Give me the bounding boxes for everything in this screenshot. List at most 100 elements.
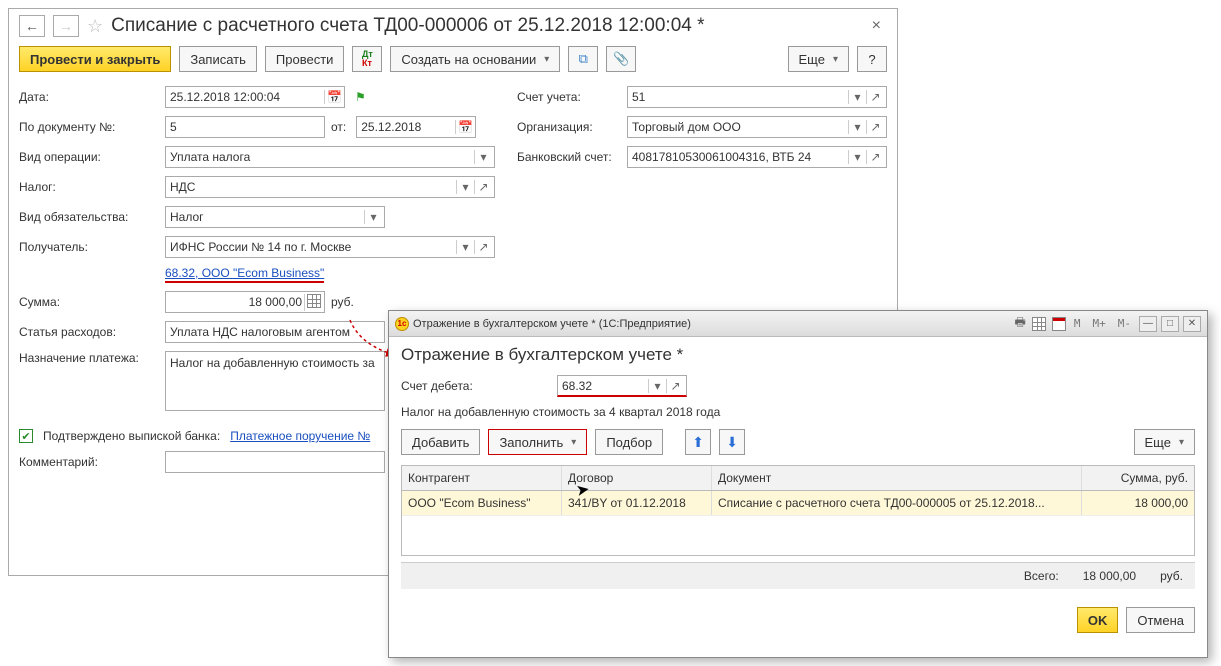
dropdown-icon[interactable]: ▾ xyxy=(364,210,380,224)
docno-label: По документу №: xyxy=(19,120,159,134)
dt-kt-button[interactable]: ДтКт xyxy=(352,46,382,72)
oneC-logo-icon: 1c xyxy=(395,317,409,331)
close-icon[interactable]: × xyxy=(866,17,887,35)
confirmed-checkbox[interactable]: ✔ xyxy=(19,429,33,443)
org-field[interactable]: Торговый дом ООО ▾ ↗ xyxy=(627,116,887,138)
purpose-field[interactable]: Налог на добавленную стоимость за xyxy=(165,351,385,411)
payment-order-link[interactable]: Платежное поручение № xyxy=(230,429,370,443)
open-icon[interactable]: ↗ xyxy=(666,379,682,393)
pick-button[interactable]: Подбор xyxy=(595,429,663,455)
mplus-button[interactable]: M+ xyxy=(1089,317,1110,330)
open-icon[interactable]: ↗ xyxy=(866,150,882,164)
comment-label: Комментарий: xyxy=(19,455,159,469)
currency-label: руб. xyxy=(331,295,354,309)
move-down-button[interactable]: ⬇ xyxy=(719,429,745,455)
expense-label: Статья расходов: xyxy=(19,325,159,339)
save-button[interactable]: Записать xyxy=(179,46,257,72)
popup-footer: OK Отмена xyxy=(389,599,1207,641)
grid-row[interactable]: ООО "Ecom Business" 341/BY от 01.12.2018… xyxy=(402,491,1194,515)
nav-forward-button[interactable]: → xyxy=(53,15,79,37)
tax-label: Налог: xyxy=(19,180,159,194)
favorite-icon[interactable]: ☆ xyxy=(87,16,103,37)
structure-button[interactable] xyxy=(568,46,598,72)
docno-field[interactable]: 5 xyxy=(165,116,325,138)
col-sum[interactable]: Сумма, руб. xyxy=(1082,466,1194,490)
total-cur: руб. xyxy=(1160,569,1183,583)
popup-more-button[interactable]: Еще xyxy=(1134,429,1195,455)
dropdown-icon[interactable]: ▾ xyxy=(648,379,664,393)
calculator-icon[interactable] xyxy=(304,294,320,311)
popup-desc: Налог на добавленную стоимость за 4 квар… xyxy=(401,405,720,419)
cancel-button[interactable]: Отмена xyxy=(1126,607,1195,633)
docdate-field[interactable]: 25.12.2018 📅 xyxy=(356,116,476,138)
recipient-field[interactable]: ИФНС России № 14 по г. Москве ▾ ↗ xyxy=(165,236,495,258)
popup-title: Отражение в бухгалтерском учете * xyxy=(401,345,1195,365)
clip-icon xyxy=(613,51,629,67)
liab-label: Вид обязательства: xyxy=(19,210,159,224)
add-button[interactable]: Добавить xyxy=(401,429,480,455)
calc-icon[interactable] xyxy=(1032,317,1046,331)
comment-field[interactable] xyxy=(165,451,385,473)
fill-button[interactable]: Заполнить xyxy=(488,429,587,455)
col-counterparty[interactable]: Контрагент xyxy=(402,466,562,490)
dropdown-icon[interactable]: ▾ xyxy=(848,90,864,104)
grid-header: Контрагент Договор Документ Сумма, руб. xyxy=(402,466,1194,491)
sum-label: Сумма: xyxy=(19,295,159,309)
popup-titlebar: 1c Отражение в бухгалтерском учете * (1С… xyxy=(389,311,1207,337)
green-flag-icon xyxy=(355,90,366,104)
m-button[interactable]: M xyxy=(1070,317,1085,330)
calendar31-icon[interactable] xyxy=(1052,317,1066,331)
maximize-icon[interactable]: □ xyxy=(1161,316,1179,332)
optype-field[interactable]: Уплата налога ▾ xyxy=(165,146,495,168)
bankacc-label: Банковский счет: xyxy=(517,150,617,164)
dropdown-icon[interactable]: ▾ xyxy=(848,150,864,164)
expense-field[interactable]: Уплата НДС налоговым агентом xyxy=(165,321,385,343)
post-button[interactable]: Провести xyxy=(265,46,345,72)
org-label: Организация: xyxy=(517,120,617,134)
calendar-icon[interactable]: 📅 xyxy=(324,90,340,104)
totals-bar: Всего: 18 000,00 руб. xyxy=(401,562,1195,589)
date-label: Дата: xyxy=(19,90,159,104)
sum-field[interactable]: 18 000,00 xyxy=(165,291,325,313)
open-icon[interactable]: ↗ xyxy=(866,120,882,134)
more-button[interactable]: Еще xyxy=(788,46,849,72)
account-field[interactable]: 51 ▾ ↗ xyxy=(627,86,887,108)
ok-button[interactable]: OK xyxy=(1077,607,1119,633)
calendar-icon[interactable]: 📅 xyxy=(455,120,471,134)
popup-toolbar: Добавить Заполнить Подбор ⬆ ⬇ Еще xyxy=(401,429,1195,455)
total-label: Всего: xyxy=(1024,569,1059,583)
help-button[interactable]: ? xyxy=(857,46,887,72)
account-link[interactable]: 68.32, ООО "Ecom Business" xyxy=(165,266,324,283)
col-document[interactable]: Документ xyxy=(712,466,1082,490)
bankacc-field[interactable]: 40817810530061004316, ВТБ 24 ▾ ↗ xyxy=(627,146,887,168)
total-sum: 18 000,00 xyxy=(1083,569,1136,583)
dropdown-icon[interactable]: ▾ xyxy=(456,240,472,254)
attach-button[interactable] xyxy=(606,46,636,72)
mminus-button[interactable]: M- xyxy=(1114,317,1135,330)
grid: Контрагент Договор Документ Сумма, руб. … xyxy=(401,465,1195,556)
open-icon[interactable]: ↗ xyxy=(474,180,490,194)
tax-field[interactable]: НДС ▾ ↗ xyxy=(165,176,495,198)
dropdown-icon[interactable]: ▾ xyxy=(456,180,472,194)
print-icon[interactable] xyxy=(1015,313,1026,334)
account-label: Счет учета: xyxy=(517,90,617,104)
optype-label: Вид операции: xyxy=(19,150,159,164)
debit-acc-field[interactable]: 68.32 ▾ ↗ xyxy=(557,375,687,397)
dropdown-icon[interactable]: ▾ xyxy=(474,150,490,164)
create-based-button[interactable]: Создать на основании xyxy=(390,46,560,72)
purpose-label: Назначение платежа: xyxy=(19,351,159,365)
popup-body: Отражение в бухгалтерском учете * Счет д… xyxy=(389,337,1207,599)
liab-field[interactable]: Налог ▾ xyxy=(165,206,385,228)
nav-back-button[interactable]: ← xyxy=(19,15,45,37)
minimize-icon[interactable]: — xyxy=(1139,316,1157,332)
close-window-icon[interactable]: ✕ xyxy=(1183,316,1201,332)
date-field[interactable]: 25.12.2018 12:00:04 📅 xyxy=(165,86,345,108)
open-icon[interactable]: ↗ xyxy=(474,240,490,254)
post-and-close-button[interactable]: Провести и закрыть xyxy=(19,46,171,72)
open-icon[interactable]: ↗ xyxy=(866,90,882,104)
main-toolbar: Провести и закрыть Записать Провести ДтК… xyxy=(9,43,897,82)
move-up-button[interactable]: ⬆ xyxy=(685,429,711,455)
dropdown-icon[interactable]: ▾ xyxy=(848,120,864,134)
debit-acc-label: Счет дебета: xyxy=(401,379,551,393)
from-label: от: xyxy=(331,120,346,134)
